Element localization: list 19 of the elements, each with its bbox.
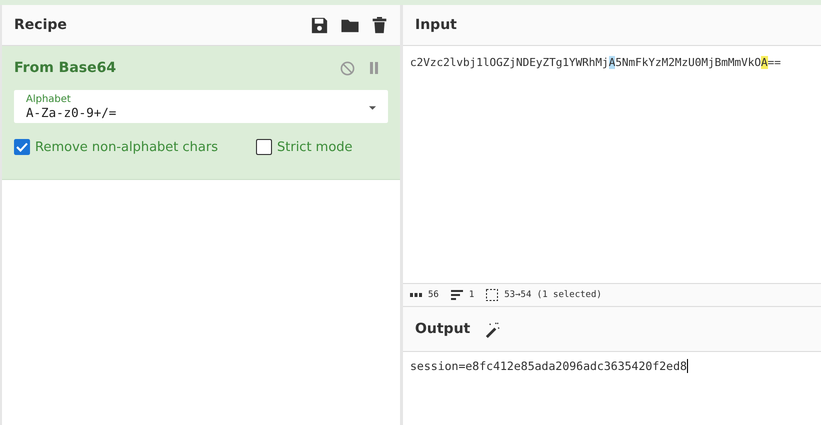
alphabet-dropdown[interactable]: Alphabet A-Za-z0-9+/= <box>14 90 388 123</box>
checkbox[interactable] <box>256 139 272 155</box>
selection-range: 53→54 (1 selected) <box>504 290 602 300</box>
line-count: 1 <box>468 290 474 300</box>
length-icon <box>410 292 422 298</box>
output-text: session=e8fc412e85ada2096adc3635420f2ed8 <box>410 359 687 373</box>
save-icon[interactable] <box>310 16 329 34</box>
magic-wand-icon[interactable] <box>484 320 502 338</box>
panel-title: Output <box>415 321 470 337</box>
panel-title: Input <box>415 17 457 33</box>
caret-icon[interactable] <box>369 106 376 110</box>
panel-title: Recipe <box>14 17 67 33</box>
trash-icon[interactable] <box>371 16 388 34</box>
selection-icon <box>486 289 498 301</box>
lines-icon <box>450 290 463 300</box>
input-text[interactable]: c2Vzc2lvbj1lOGZjNDEyZTg1YWRhMj A5NmFkYzM2MzU0MjBmMmVkOA== <box>410 56 814 69</box>
operation-name: From Base64 <box>14 60 116 76</box>
length-count: 56 <box>428 290 439 300</box>
checkbox[interactable] <box>14 139 30 155</box>
